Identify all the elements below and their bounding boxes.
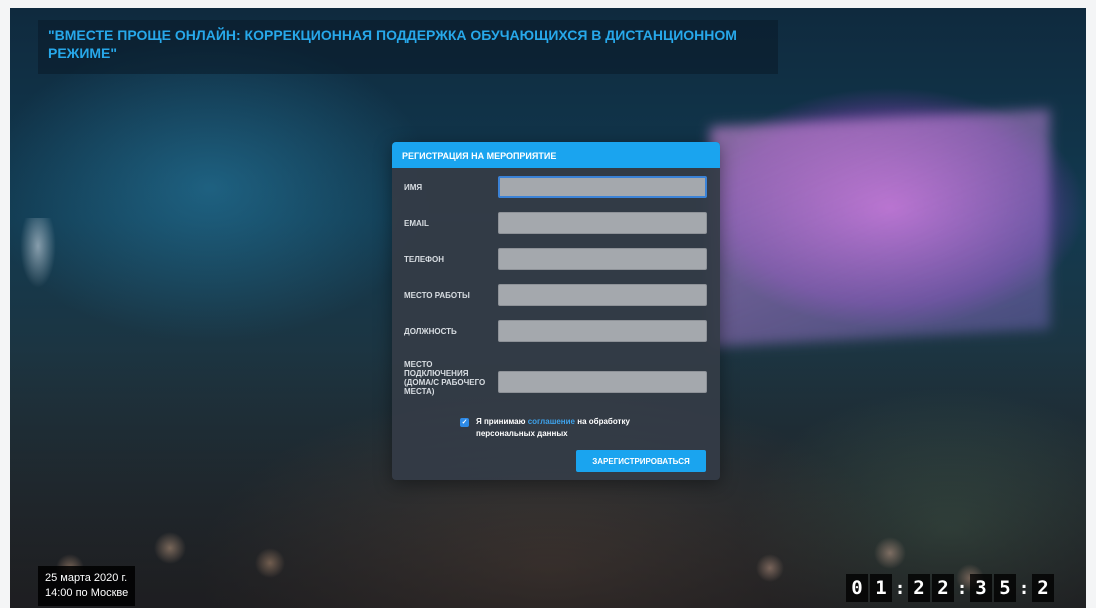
countdown-separator: :: [956, 577, 968, 599]
agreement-prefix: Я принимаю: [476, 417, 526, 426]
countdown-digit: 0: [846, 574, 868, 602]
workplace-label: МЕСТО РАБОТЫ: [404, 291, 470, 300]
workplace-input[interactable]: [498, 284, 707, 306]
countdown-digit: 2: [908, 574, 930, 602]
agreement-link[interactable]: соглашение: [528, 417, 575, 426]
position-input[interactable]: [498, 320, 707, 342]
countdown-timer: 0 1 : 2 2 : 3 5 : 2: [846, 574, 1056, 602]
countdown-digit: 3: [970, 574, 992, 602]
agreement-row: ✓ Я принимаю соглашение на обработку пер…: [460, 416, 690, 440]
event-schedule: 25 марта 2020 г. 14:00 по Москве: [38, 566, 136, 606]
phone-label: ТЕЛЕФОН: [404, 255, 444, 264]
event-date: 25 марта 2020 г.: [45, 572, 128, 584]
agreement-checkbox[interactable]: ✓: [460, 418, 469, 427]
name-input[interactable]: [498, 176, 707, 198]
email-label: EMAIL: [404, 219, 429, 228]
event-title: "ВМЕСТЕ ПРОЩЕ ОНЛАЙН: КОРРЕКЦИОННАЯ ПОДД…: [48, 27, 737, 61]
position-label: ДОЛЖНОСТЬ: [404, 327, 457, 336]
location-label: МЕСТО ПОДКЛЮЧЕНИЯ (ДОМА/С РАБОЧЕГО МЕСТА…: [404, 360, 486, 396]
form-header: РЕГИСТРАЦИЯ НА МЕРОПРИЯТИЕ: [392, 142, 720, 168]
countdown-digit: 2: [932, 574, 954, 602]
background-figure: [20, 218, 56, 288]
countdown-separator: :: [1018, 577, 1030, 599]
registration-form: РЕГИСТРАЦИЯ НА МЕРОПРИЯТИЕ ИМЯ EMAIL ТЕЛ…: [392, 142, 720, 480]
countdown-digit: 1: [870, 574, 892, 602]
event-time: 14:00 по Москве: [45, 587, 129, 599]
email-input[interactable]: [498, 212, 707, 234]
name-label: ИМЯ: [404, 183, 423, 192]
event-title-bar: "ВМЕСТЕ ПРОЩЕ ОНЛАЙН: КОРРЕКЦИОННАЯ ПОДД…: [38, 20, 778, 74]
register-button[interactable]: ЗАРЕГИСТРИРОВАТЬСЯ: [576, 450, 706, 472]
countdown-digit: 5: [994, 574, 1016, 602]
countdown-digit: 2: [1032, 574, 1054, 602]
phone-input[interactable]: [498, 248, 707, 270]
location-input[interactable]: [498, 371, 707, 393]
countdown-separator: :: [894, 577, 906, 599]
